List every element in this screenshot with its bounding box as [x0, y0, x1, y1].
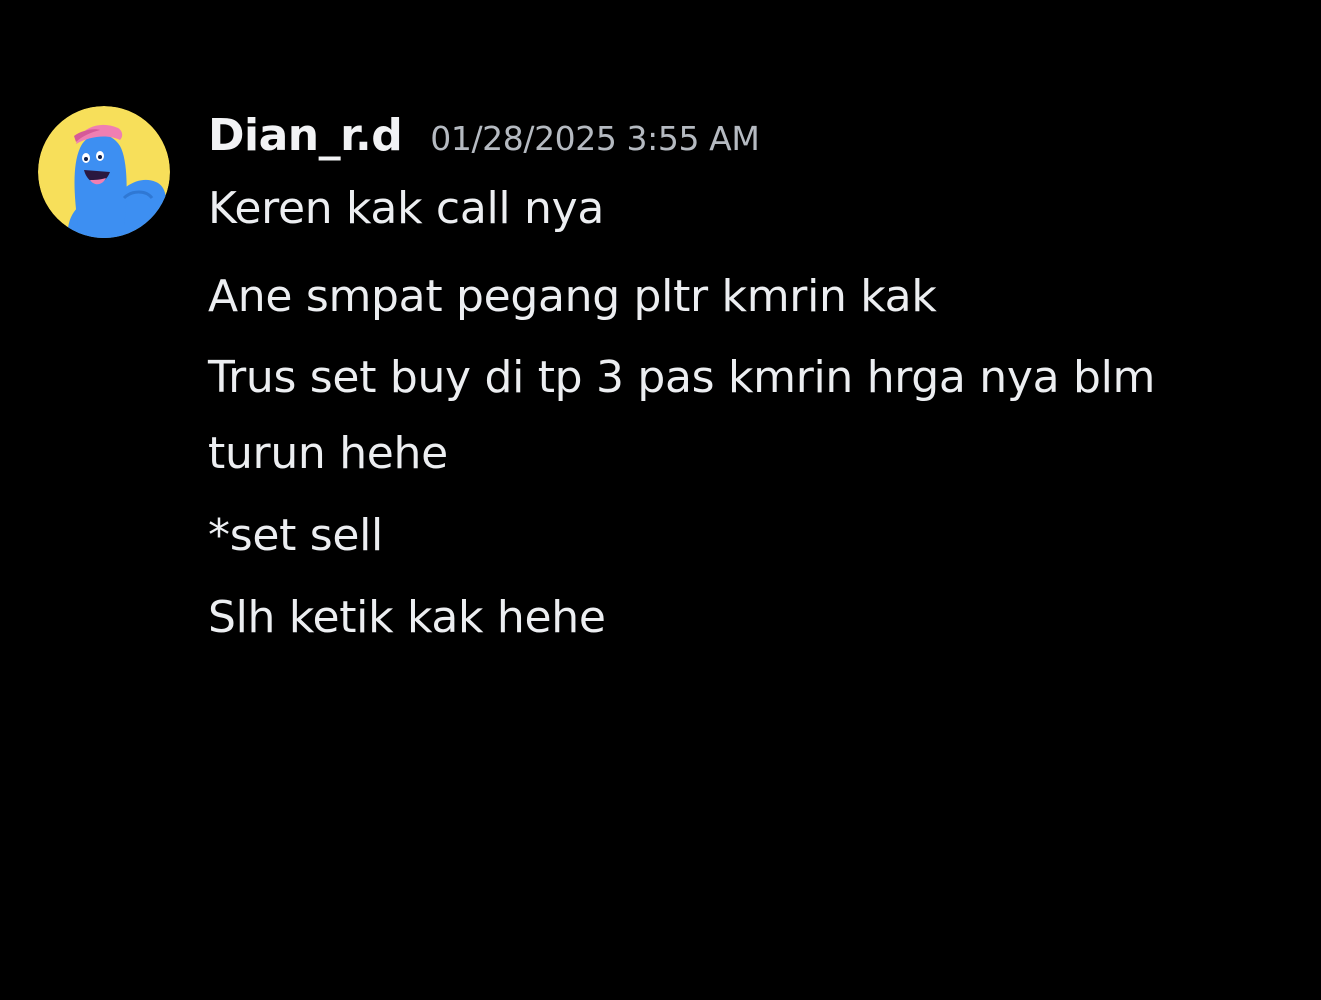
message-line[interactable]: Ane smpat pegang pltr kmrin kak	[208, 258, 1208, 335]
message-line[interactable]: Keren kak call nya	[208, 176, 1208, 242]
message-timestamp[interactable]: 01/28/2025 3:55 AM	[430, 119, 760, 158]
message-list: Keren kak call nya Ane smpat pegang pltr…	[208, 176, 1278, 656]
message-line[interactable]: Slh ketik kak hehe	[208, 579, 1208, 656]
message-line[interactable]: *set sell	[208, 497, 1208, 574]
message-line[interactable]: Trus set buy di tp 3 pas kmrin hrga nya …	[208, 340, 1208, 492]
message-group: Dian_r.d 01/28/2025 3:55 AM Keren kak ca…	[38, 106, 1278, 661]
blue-character-avatar-icon	[38, 106, 170, 238]
message-header: Dian_r.d 01/28/2025 3:55 AM	[208, 106, 1278, 176]
author-username[interactable]: Dian_r.d	[208, 110, 403, 161]
user-avatar[interactable]	[38, 106, 170, 238]
message-content: Dian_r.d 01/28/2025 3:55 AM Keren kak ca…	[208, 106, 1278, 661]
